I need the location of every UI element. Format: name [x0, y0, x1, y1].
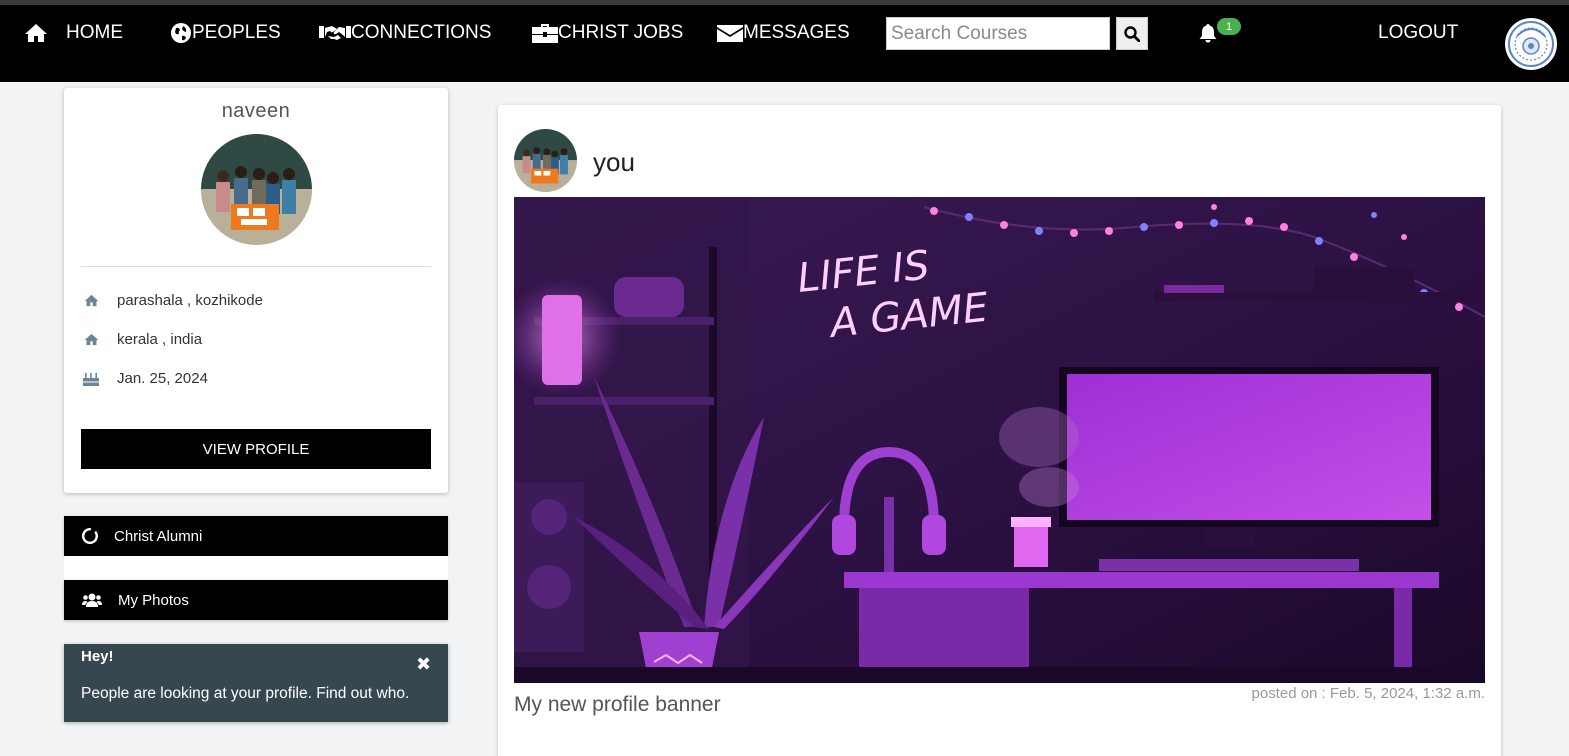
- my-photos-label: My Photos: [118, 591, 189, 609]
- top-navbar: HOME PEOPLES CONNECTIONS CHRIST JOBS MES…: [0, 5, 1569, 82]
- bell-icon: [1199, 24, 1217, 43]
- home-icon: [25, 24, 47, 42]
- christ-alumni-label: Christ Alumni: [114, 527, 203, 545]
- nav-messages-label: MESSAGES: [743, 22, 850, 43]
- search-input[interactable]: [886, 17, 1110, 50]
- view-profile-button[interactable]: VIEW PROFILE: [81, 429, 431, 469]
- briefcase-icon: [532, 24, 558, 43]
- post-timestamp: posted on : Feb. 5, 2024, 1:32 a.m.: [1251, 685, 1486, 702]
- profile-birthday-row: Jan. 25, 2024: [81, 366, 208, 390]
- logout-label: LOGOUT: [1378, 22, 1459, 43]
- post-card: you LIFE IS A GAME My new profile banner…: [498, 105, 1501, 756]
- profile-card: naveen parashala , kozhikode kerala , in…: [64, 88, 448, 493]
- users-icon: [82, 593, 102, 607]
- gaming-room-banner-image: LIFE IS A GAME: [514, 197, 1485, 683]
- group-photo-icon: [514, 129, 577, 192]
- notifications-bell[interactable]: [1199, 23, 1217, 43]
- post-caption: My new profile banner: [514, 693, 721, 716]
- profile-avatar[interactable]: [201, 134, 312, 245]
- envelope-icon: [717, 25, 743, 42]
- profile-region: kerala , india: [117, 330, 203, 348]
- post-author-avatar[interactable]: [514, 129, 577, 192]
- logo-emblem-icon: [1508, 21, 1554, 67]
- profile-divider: [81, 266, 431, 267]
- home-icon: [84, 333, 98, 345]
- profile-address-row: parashala , kozhikode: [81, 288, 263, 312]
- handshake-icon: [319, 26, 351, 40]
- nav-peoples[interactable]: PEOPLES: [170, 19, 281, 47]
- nav-messages[interactable]: MESSAGES: [717, 19, 850, 47]
- christ-connect-logo[interactable]: [1505, 18, 1557, 70]
- profile-address: parashala , kozhikode: [117, 291, 263, 309]
- my-photos-button[interactable]: My Photos: [64, 580, 448, 620]
- circle-notch-icon: [82, 528, 98, 544]
- search-icon: [1124, 25, 1140, 42]
- group-photo-icon: [201, 134, 312, 245]
- profile-name: naveen: [221, 100, 291, 122]
- nav-connections[interactable]: CONNECTIONS: [319, 19, 491, 47]
- search-button[interactable]: [1116, 17, 1148, 50]
- post-author-name[interactable]: you: [593, 147, 635, 178]
- post-image[interactable]: LIFE IS A GAME: [514, 197, 1485, 683]
- close-icon[interactable]: ✖: [416, 654, 431, 674]
- home-icon: [84, 294, 98, 306]
- nav-peoples-label: PEOPLES: [192, 22, 281, 43]
- logout-link[interactable]: LOGOUT: [1378, 19, 1458, 47]
- sidebar-spacer: [64, 556, 448, 580]
- nav-home-label: HOME: [66, 22, 123, 43]
- profile-region-row: kerala , india: [81, 327, 202, 351]
- nav-christ-jobs[interactable]: CHRIST JOBS: [532, 19, 683, 47]
- nav-connections-label: CONNECTIONS: [351, 22, 492, 43]
- birthday-cake-icon: [83, 372, 99, 386]
- profile-birthday: Jan. 25, 2024: [117, 369, 208, 387]
- notice-title: Hey!: [81, 648, 114, 665]
- christ-alumni-button[interactable]: Christ Alumni: [64, 516, 448, 556]
- notice-text: People are looking at your profile. Find…: [81, 685, 410, 702]
- nav-home[interactable]: HOME: [24, 19, 123, 47]
- globe-icon: [171, 23, 191, 43]
- profile-views-notice: Hey! ✖ People are looking at your profil…: [64, 644, 448, 722]
- nav-christ-jobs-label: CHRIST JOBS: [558, 22, 684, 43]
- notification-badge: 1: [1217, 18, 1241, 35]
